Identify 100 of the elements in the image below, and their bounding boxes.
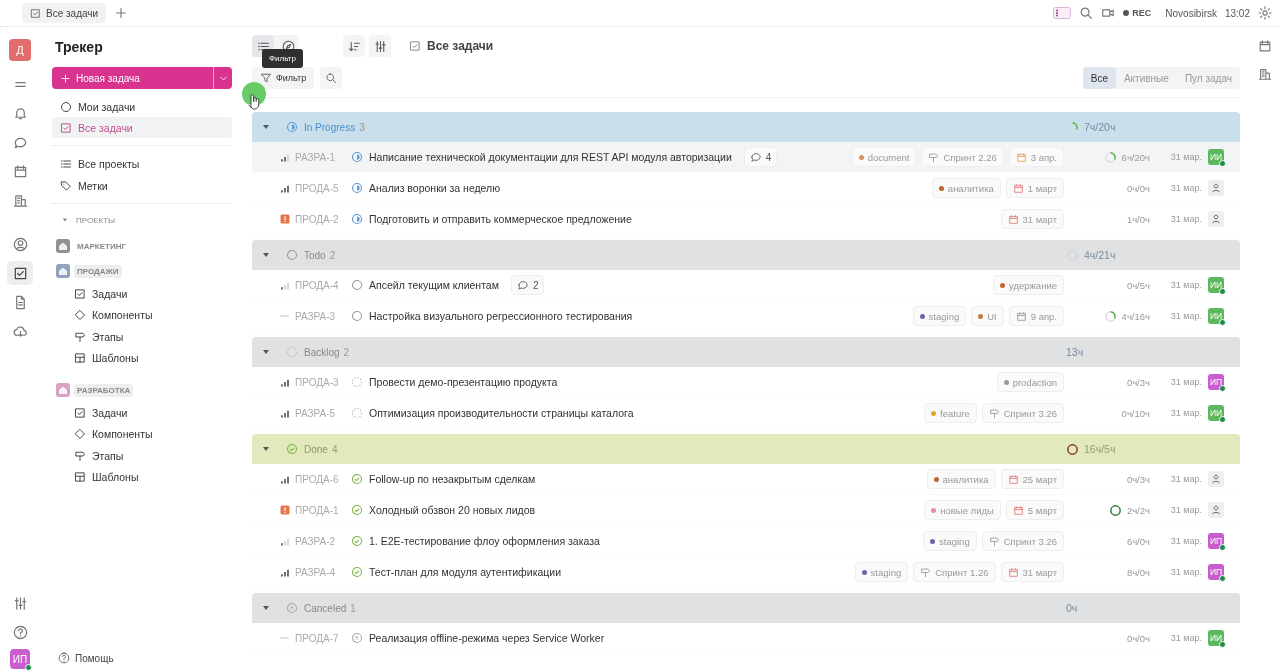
group-name: Backlog bbox=[304, 346, 340, 358]
sprint-chip[interactable]: Спринт 1.26 bbox=[913, 562, 996, 582]
due-date-chip[interactable]: 31 март bbox=[1000, 209, 1064, 229]
person-icon[interactable] bbox=[1208, 211, 1224, 227]
sidebar-item[interactable]: Задачи bbox=[66, 283, 232, 305]
calendar-icon bbox=[1012, 182, 1024, 194]
due-date-chip[interactable]: 1 март bbox=[1005, 178, 1064, 198]
task-date: 31 мар. bbox=[1169, 536, 1202, 546]
sidebar-item[interactable]: Этапы bbox=[66, 445, 232, 467]
comments-count[interactable]: 4 bbox=[743, 147, 778, 167]
sidebar-item[interactable]: Задачи bbox=[66, 402, 232, 424]
person-icon[interactable] bbox=[1208, 502, 1224, 518]
segment-tab[interactable]: Пул задач bbox=[1176, 67, 1240, 89]
tag-chip[interactable]: prodaction bbox=[996, 372, 1064, 392]
due-date-chip[interactable]: 9 апр. bbox=[1008, 306, 1064, 326]
caret-icon bbox=[62, 217, 68, 223]
group-header[interactable]: Done 4 16ч/5ч bbox=[252, 434, 1240, 464]
due-date-chip[interactable]: 5 март bbox=[1005, 500, 1064, 520]
assignee-avatar[interactable]: ИП bbox=[1208, 564, 1224, 580]
sidebar-item[interactable]: Метки bbox=[52, 175, 232, 196]
sidebar-item[interactable]: Все проекты bbox=[52, 153, 232, 174]
search-button[interactable] bbox=[320, 67, 343, 89]
calendar-icon bbox=[1012, 504, 1024, 516]
tag-chip[interactable]: staging bbox=[854, 562, 909, 582]
assignee-avatar[interactable]: ИИ bbox=[1208, 630, 1224, 646]
sidebar-item[interactable]: Шаблоны bbox=[66, 347, 232, 369]
task-title[interactable]: Написание технической документации для REST API модуля авторизации bbox=[369, 151, 732, 163]
segment-tab[interactable]: Все bbox=[1082, 67, 1116, 89]
task-title[interactable]: Холодный обзвон 20 новых лидов bbox=[369, 504, 536, 516]
assignee-avatar[interactable]: ИИ bbox=[1208, 277, 1224, 293]
task-title[interactable]: Реализация offline-режима через Service Worker bbox=[369, 632, 605, 644]
filter-button[interactable]: Фильтр bbox=[252, 67, 315, 89]
tag-icon bbox=[60, 179, 72, 192]
task-title[interactable]: 1. E2E-тестирование флоу оформления заказа bbox=[369, 535, 600, 547]
city-label: Novosibirsk bbox=[1165, 7, 1217, 19]
tag-chip[interactable]: staging bbox=[923, 531, 977, 551]
task-title[interactable]: Настройка визуального регрессионного тестирования bbox=[369, 310, 633, 322]
sidebar-item[interactable]: Этапы bbox=[66, 326, 232, 348]
task-title[interactable]: Провести демо-презентацию продукта bbox=[369, 376, 558, 388]
workspace-logo[interactable]: Д bbox=[9, 39, 31, 61]
task-id: ПРОДА-5 bbox=[295, 182, 340, 194]
group-header[interactable]: Canceled 1 0ч bbox=[252, 593, 1240, 623]
project-item[interactable]: ПРОДАЖИ bbox=[52, 261, 232, 281]
due-date-chip[interactable]: 31 март bbox=[1000, 562, 1064, 582]
task-title[interactable]: Апсейл текущим клиентам bbox=[369, 279, 499, 291]
person-icon[interactable] bbox=[1208, 180, 1224, 196]
tag-chip[interactable]: аналитика bbox=[926, 469, 996, 489]
assignee-avatar[interactable]: ИП bbox=[1208, 533, 1224, 549]
tag-chip[interactable]: новые лиды bbox=[924, 500, 1001, 520]
projects-section-header[interactable]: ПРОЕКТЫ bbox=[52, 209, 232, 231]
assignee-avatar[interactable]: ИИ bbox=[1208, 149, 1224, 165]
sidebar-item[interactable]: Компоненты bbox=[66, 304, 232, 326]
group-header[interactable]: In Progress 3 7ч/20ч bbox=[252, 112, 1240, 142]
sidebar-item[interactable]: Шаблоны bbox=[66, 466, 232, 488]
comments-count[interactable]: 2 bbox=[510, 275, 545, 295]
group-header[interactable]: Backlog 2 13ч bbox=[252, 337, 1240, 367]
task-title[interactable]: Анализ воронки за неделю bbox=[369, 182, 501, 194]
user-avatar[interactable]: ИП bbox=[10, 649, 30, 669]
calendar-icon bbox=[1007, 213, 1019, 225]
project-item[interactable]: РАЗРАБОТКА bbox=[52, 380, 232, 400]
calendar-icon bbox=[1015, 310, 1027, 322]
sprint-chip[interactable]: Спринт 3.26 bbox=[981, 403, 1064, 423]
settings-icon bbox=[1258, 6, 1272, 20]
assignee-avatar[interactable]: ИП bbox=[1208, 374, 1224, 390]
group-header[interactable]: Todo 2 4ч/21ч bbox=[252, 240, 1240, 270]
settings-button[interactable] bbox=[369, 35, 391, 57]
sort-icon bbox=[347, 39, 361, 53]
task-date: 31 мар. bbox=[1169, 474, 1202, 484]
tag-chip[interactable]: удержание bbox=[992, 275, 1064, 295]
tag-chip[interactable]: feature bbox=[924, 403, 977, 423]
rail-button[interactable] bbox=[7, 261, 33, 285]
project-item[interactable]: МАРКЕТИНГ bbox=[52, 236, 232, 256]
browser-tab[interactable]: Все задачи bbox=[22, 3, 107, 23]
tag-chip[interactable]: аналитика bbox=[931, 178, 1001, 198]
assignee-avatar[interactable]: ИИ bbox=[1208, 405, 1224, 421]
segment-tab[interactable]: Активные bbox=[1115, 67, 1177, 89]
due-date-chip[interactable]: 3 апр. bbox=[1008, 147, 1064, 167]
task-title[interactable]: Подготовить и отправить коммерческое предложение bbox=[369, 213, 632, 225]
task-date: 31 мар. bbox=[1169, 633, 1202, 643]
app-switcher-icon[interactable] bbox=[1053, 7, 1072, 19]
sprint-chip[interactable]: Спринт 2.26 bbox=[921, 147, 1004, 167]
sidebar-item[interactable]: Компоненты bbox=[66, 423, 232, 445]
sort-button[interactable] bbox=[343, 35, 365, 57]
tag-chip[interactable]: UI bbox=[971, 306, 1004, 326]
tag-chip[interactable]: document bbox=[851, 147, 917, 167]
task-title[interactable]: Follow-up по незакрытым сделкам bbox=[369, 473, 536, 485]
new-task-button[interactable]: Новая задача bbox=[52, 67, 232, 89]
help-link[interactable]: Помощь bbox=[52, 651, 232, 665]
sidebar-item[interactable]: Мои задачи bbox=[52, 96, 232, 117]
time-spent: 0ч/0ч bbox=[1126, 632, 1150, 644]
task-title[interactable]: Тест-план для модуля аутентификации bbox=[369, 566, 562, 578]
due-date-chip[interactable]: 25 март bbox=[1000, 469, 1064, 489]
task-date: 31 мар. bbox=[1169, 505, 1202, 515]
diamond-icon bbox=[74, 309, 86, 322]
task-title[interactable]: Оптимизация производительности страницы каталога bbox=[369, 407, 634, 419]
person-icon[interactable] bbox=[1208, 471, 1224, 487]
sprint-chip[interactable]: Спринт 3.26 bbox=[981, 531, 1064, 551]
assignee-avatar[interactable]: ИИ bbox=[1208, 308, 1224, 324]
tag-chip[interactable]: staging bbox=[912, 306, 967, 326]
sidebar-item[interactable]: Все задачи bbox=[52, 117, 232, 138]
